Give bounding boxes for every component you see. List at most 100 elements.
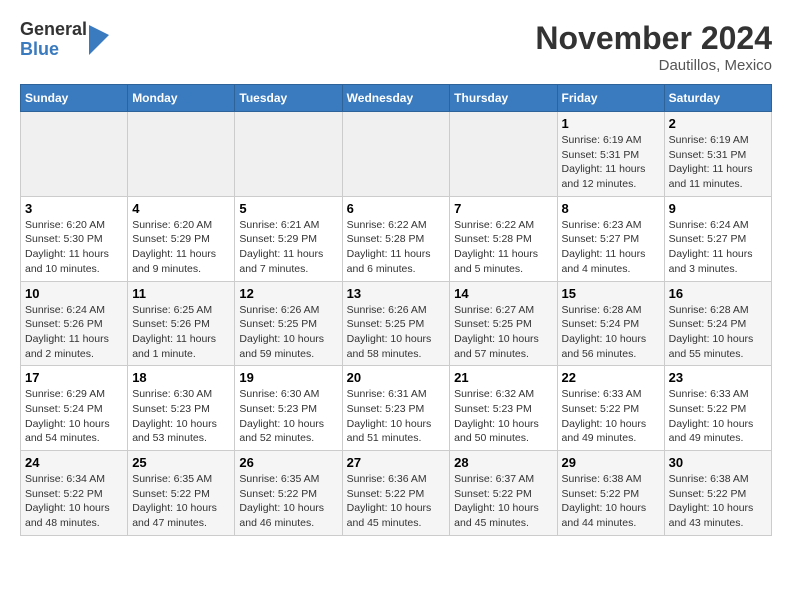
day-number: 23 [669,370,767,385]
day-cell: 9 Sunrise: 6:24 AM Sunset: 5:27 PM Daylig… [664,196,771,281]
day-number: 14 [454,286,552,301]
day-cell: 8 Sunrise: 6:23 AM Sunset: 5:27 PM Daylig… [557,196,664,281]
day-number: 8 [562,201,660,216]
day-info: Sunrise: 6:21 AM Sunset: 5:29 PM Dayligh… [239,218,337,277]
day-cell: 15 Sunrise: 6:28 AM Sunset: 5:24 PM Dayli… [557,281,664,366]
location: Dautillos, Mexico [535,57,772,74]
day-info: Sunrise: 6:32 AM Sunset: 5:23 PM Dayligh… [454,387,552,446]
logo-general: General [20,20,87,40]
logo-icon [89,25,109,55]
day-cell: 19 Sunrise: 6:30 AM Sunset: 5:23 PM Dayli… [235,366,342,451]
week-row-2: 3Sunrise: 6:20 AM Sunset: 5:30 PM Daylig… [21,196,772,281]
weekday-header-saturday: Saturday [664,85,771,112]
day-number: 16 [669,286,767,301]
day-number: 4 [132,201,230,216]
day-number: 21 [454,370,552,385]
logo-text: General Blue [20,20,87,60]
weekday-header-thursday: Thursday [450,85,557,112]
day-number: 5 [239,201,337,216]
day-number: 29 [562,455,660,470]
day-cell: 17 Sunrise: 6:29 AM Sunset: 5:24 PM Dayli… [21,366,128,451]
day-cell: 7Sunrise: 6:22 AM Sunset: 5:28 PM Daylig… [450,196,557,281]
day-info: Sunrise: 6:29 AM Sunset: 5:24 PM Dayligh… [25,387,123,446]
day-number: 26 [239,455,337,470]
day-number: 6 [347,201,446,216]
day-number: 25 [132,455,230,470]
day-number: 19 [239,370,337,385]
day-cell [21,112,128,197]
day-info: Sunrise: 6:24 AM Sunset: 5:27 PM Dayligh… [669,218,767,277]
day-info: Sunrise: 6:26 AM Sunset: 5:25 PM Dayligh… [239,303,337,362]
day-number: 28 [454,455,552,470]
day-cell [235,112,342,197]
weekday-header-monday: Monday [128,85,235,112]
day-cell: 6 Sunrise: 6:22 AM Sunset: 5:28 PM Daylig… [342,196,450,281]
calendar: SundayMondayTuesdayWednesdayThursdayFrid… [20,84,772,536]
day-cell: 13 Sunrise: 6:26 AM Sunset: 5:25 PM Dayli… [342,281,450,366]
day-cell: 1 Sunrise: 6:19 AM Sunset: 5:31 PM Daylig… [557,112,664,197]
day-number: 3 [25,201,123,216]
day-cell: 3Sunrise: 6:20 AM Sunset: 5:30 PM Daylig… [21,196,128,281]
day-info: Sunrise: 6:24 AM Sunset: 5:26 PM Dayligh… [25,303,123,362]
logo: General Blue [20,20,109,60]
day-number: 22 [562,370,660,385]
day-number: 9 [669,201,767,216]
week-row-5: 24 Sunrise: 6:34 AM Sunset: 5:22 PM Dayli… [21,451,772,536]
day-cell: 24 Sunrise: 6:34 AM Sunset: 5:22 PM Dayli… [21,451,128,536]
day-cell [342,112,450,197]
day-number: 15 [562,286,660,301]
day-cell: 12Sunrise: 6:26 AM Sunset: 5:25 PM Dayli… [235,281,342,366]
day-info: Sunrise: 6:26 AM Sunset: 5:25 PM Dayligh… [347,303,446,362]
day-cell: 5 Sunrise: 6:21 AM Sunset: 5:29 PM Daylig… [235,196,342,281]
day-number: 18 [132,370,230,385]
day-cell: 28Sunrise: 6:37 AM Sunset: 5:22 PM Dayli… [450,451,557,536]
day-info: Sunrise: 6:20 AM Sunset: 5:29 PM Dayligh… [132,218,230,277]
day-cell: 22Sunrise: 6:33 AM Sunset: 5:22 PM Dayli… [557,366,664,451]
month-title: November 2024 [535,20,772,57]
weekday-header-sunday: Sunday [21,85,128,112]
day-info: Sunrise: 6:19 AM Sunset: 5:31 PM Dayligh… [669,133,767,192]
day-cell: 23Sunrise: 6:33 AM Sunset: 5:22 PM Dayli… [664,366,771,451]
day-number: 11 [132,286,230,301]
day-info: Sunrise: 6:30 AM Sunset: 5:23 PM Dayligh… [132,387,230,446]
page-header: General Blue November 2024 Dautillos, Me… [20,20,772,74]
day-info: Sunrise: 6:22 AM Sunset: 5:28 PM Dayligh… [454,218,552,277]
weekday-header-tuesday: Tuesday [235,85,342,112]
day-cell: 16Sunrise: 6:28 AM Sunset: 5:24 PM Dayli… [664,281,771,366]
day-info: Sunrise: 6:38 AM Sunset: 5:22 PM Dayligh… [562,472,660,531]
day-cell: 29 Sunrise: 6:38 AM Sunset: 5:22 PM Dayli… [557,451,664,536]
day-cell: 20 Sunrise: 6:31 AM Sunset: 5:23 PM Dayli… [342,366,450,451]
day-number: 13 [347,286,446,301]
day-cell: 4 Sunrise: 6:20 AM Sunset: 5:29 PM Daylig… [128,196,235,281]
day-info: Sunrise: 6:34 AM Sunset: 5:22 PM Dayligh… [25,472,123,531]
day-cell: 21 Sunrise: 6:32 AM Sunset: 5:23 PM Dayli… [450,366,557,451]
weekday-header-row: SundayMondayTuesdayWednesdayThursdayFrid… [21,85,772,112]
day-cell: 2Sunrise: 6:19 AM Sunset: 5:31 PM Daylig… [664,112,771,197]
day-info: Sunrise: 6:28 AM Sunset: 5:24 PM Dayligh… [562,303,660,362]
day-cell: 25Sunrise: 6:35 AM Sunset: 5:22 PM Dayli… [128,451,235,536]
day-cell: 18 Sunrise: 6:30 AM Sunset: 5:23 PM Dayli… [128,366,235,451]
day-number: 27 [347,455,446,470]
title-block: November 2024 Dautillos, Mexico [535,20,772,74]
day-number: 17 [25,370,123,385]
day-info: Sunrise: 6:35 AM Sunset: 5:22 PM Dayligh… [239,472,337,531]
day-info: Sunrise: 6:19 AM Sunset: 5:31 PM Dayligh… [562,133,660,192]
day-cell: 26 Sunrise: 6:35 AM Sunset: 5:22 PM Dayli… [235,451,342,536]
day-cell: 30Sunrise: 6:38 AM Sunset: 5:22 PM Dayli… [664,451,771,536]
week-row-1: 1 Sunrise: 6:19 AM Sunset: 5:31 PM Daylig… [21,112,772,197]
day-cell: 10Sunrise: 6:24 AM Sunset: 5:26 PM Dayli… [21,281,128,366]
day-info: Sunrise: 6:23 AM Sunset: 5:27 PM Dayligh… [562,218,660,277]
day-info: Sunrise: 6:30 AM Sunset: 5:23 PM Dayligh… [239,387,337,446]
day-cell: 11 Sunrise: 6:25 AM Sunset: 5:26 PM Dayli… [128,281,235,366]
day-cell: 27Sunrise: 6:36 AM Sunset: 5:22 PM Dayli… [342,451,450,536]
logo-blue: Blue [20,40,87,60]
day-info: Sunrise: 6:25 AM Sunset: 5:26 PM Dayligh… [132,303,230,362]
week-row-4: 17 Sunrise: 6:29 AM Sunset: 5:24 PM Dayli… [21,366,772,451]
day-info: Sunrise: 6:31 AM Sunset: 5:23 PM Dayligh… [347,387,446,446]
day-info: Sunrise: 6:38 AM Sunset: 5:22 PM Dayligh… [669,472,767,531]
day-number: 1 [562,116,660,131]
day-cell [128,112,235,197]
day-info: Sunrise: 6:22 AM Sunset: 5:28 PM Dayligh… [347,218,446,277]
day-number: 24 [25,455,123,470]
day-number: 20 [347,370,446,385]
